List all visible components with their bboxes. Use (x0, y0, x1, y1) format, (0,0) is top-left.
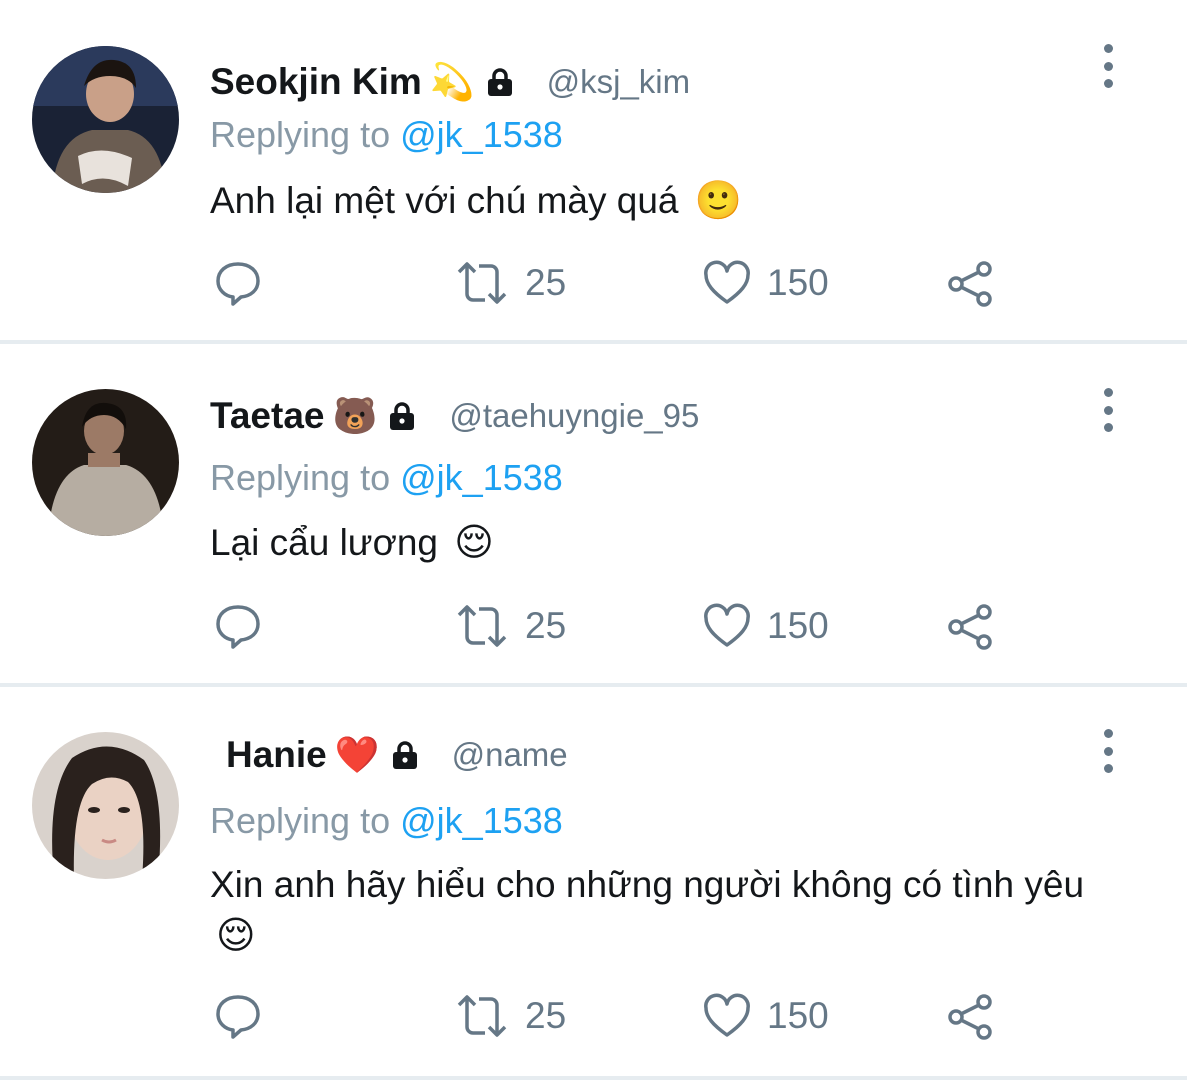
tweet-body: Lại cẩu lương (210, 522, 438, 563)
like-count: 150 (767, 605, 829, 646)
tweet-text: Lại cẩu lương 😌 (210, 517, 1130, 569)
retweet-count: 25 (525, 995, 567, 1036)
retweet-icon (457, 995, 507, 1037)
heart-icon (704, 603, 750, 647)
name-emoji: ❤️ (334, 734, 380, 775)
like-button[interactable]: 150 (703, 603, 829, 649)
reply-button[interactable] (214, 993, 262, 1039)
mention-link[interactable]: @jk_1538 (400, 114, 563, 155)
user-handle[interactable]: @name (452, 736, 568, 774)
reply-button[interactable] (214, 260, 262, 306)
reply-icon (216, 605, 260, 649)
heart-icon (704, 993, 750, 1037)
name-emoji: 💫 (429, 61, 475, 102)
retweet-button[interactable]: 25 (455, 260, 566, 306)
lock-icon (487, 67, 513, 97)
lock-icon (389, 401, 415, 431)
tweet-text: Xin anh hãy hiểu cho những người không c… (210, 859, 1130, 962)
replying-label: Replying to (210, 114, 391, 155)
heart-icon (704, 260, 750, 304)
share-button[interactable] (946, 993, 994, 1041)
name-emoji: 🐻 (332, 395, 378, 436)
tweet-body: Anh lại mệt với chú mày quá (210, 180, 679, 221)
share-icon (948, 994, 992, 1040)
avatar[interactable] (32, 389, 179, 536)
retweet-count: 25 (525, 262, 567, 303)
display-name[interactable]: Taetae (210, 395, 325, 437)
share-button[interactable] (946, 603, 994, 651)
divider (0, 1076, 1187, 1080)
user-handle[interactable]: @taehuyngie_95 (449, 397, 699, 435)
mention-link[interactable]: @jk_1538 (400, 457, 563, 498)
share-icon (948, 604, 992, 650)
share-button[interactable] (946, 260, 994, 308)
like-count: 150 (767, 995, 829, 1036)
tweet-text: Anh lại mệt với chú mày quá 🙂 (210, 175, 1130, 227)
retweet-button[interactable]: 25 (455, 603, 566, 649)
replying-label: Replying to (210, 800, 391, 841)
tweet-feed: Seokjin Kim 💫 @ksj_kim Replying to @jk_1… (0, 0, 1187, 1080)
tweet[interactable]: Seokjin Kim 💫 @ksj_kim Replying to @jk_1… (0, 0, 1187, 340)
share-icon (948, 261, 992, 307)
replying-to: Replying to @jk_1538 (210, 114, 563, 156)
replying-to: Replying to @jk_1538 (210, 800, 563, 842)
like-button[interactable]: 150 (703, 993, 829, 1039)
display-name[interactable]: Seokjin Kim (210, 61, 422, 103)
display-name[interactable]: Hanie (226, 734, 327, 776)
user-handle[interactable]: @ksj_kim (547, 63, 691, 101)
more-vertical-icon[interactable] (1094, 44, 1122, 88)
more-vertical-icon[interactable] (1094, 729, 1122, 773)
reply-button[interactable] (214, 603, 262, 649)
text-emoji: 😌 (454, 522, 494, 564)
text-emoji: 🙂 (694, 180, 743, 222)
avatar[interactable] (32, 732, 179, 879)
replying-label: Replying to (210, 457, 391, 498)
mention-link[interactable]: @jk_1538 (400, 800, 563, 841)
tweet[interactable]: Taetae 🐻 @taehuyngie_95 Replying to @jk_… (0, 344, 1187, 684)
replying-to: Replying to @jk_1538 (210, 457, 563, 499)
retweet-button[interactable]: 25 (455, 993, 566, 1039)
reply-icon (216, 995, 260, 1039)
retweet-count: 25 (525, 605, 567, 646)
text-emoji: 😌 (216, 915, 256, 957)
avatar[interactable] (32, 46, 179, 193)
tweet[interactable]: Hanie ❤️ @name Replying to @jk_1538 Xin … (0, 687, 1187, 1076)
lock-icon (392, 740, 418, 770)
retweet-icon (457, 262, 507, 304)
like-count: 150 (767, 262, 829, 303)
like-button[interactable]: 150 (703, 260, 829, 306)
reply-icon (216, 262, 260, 306)
more-vertical-icon[interactable] (1094, 388, 1122, 432)
tweet-body: Xin anh hãy hiểu cho những người không c… (210, 864, 1085, 905)
retweet-icon (457, 605, 507, 647)
